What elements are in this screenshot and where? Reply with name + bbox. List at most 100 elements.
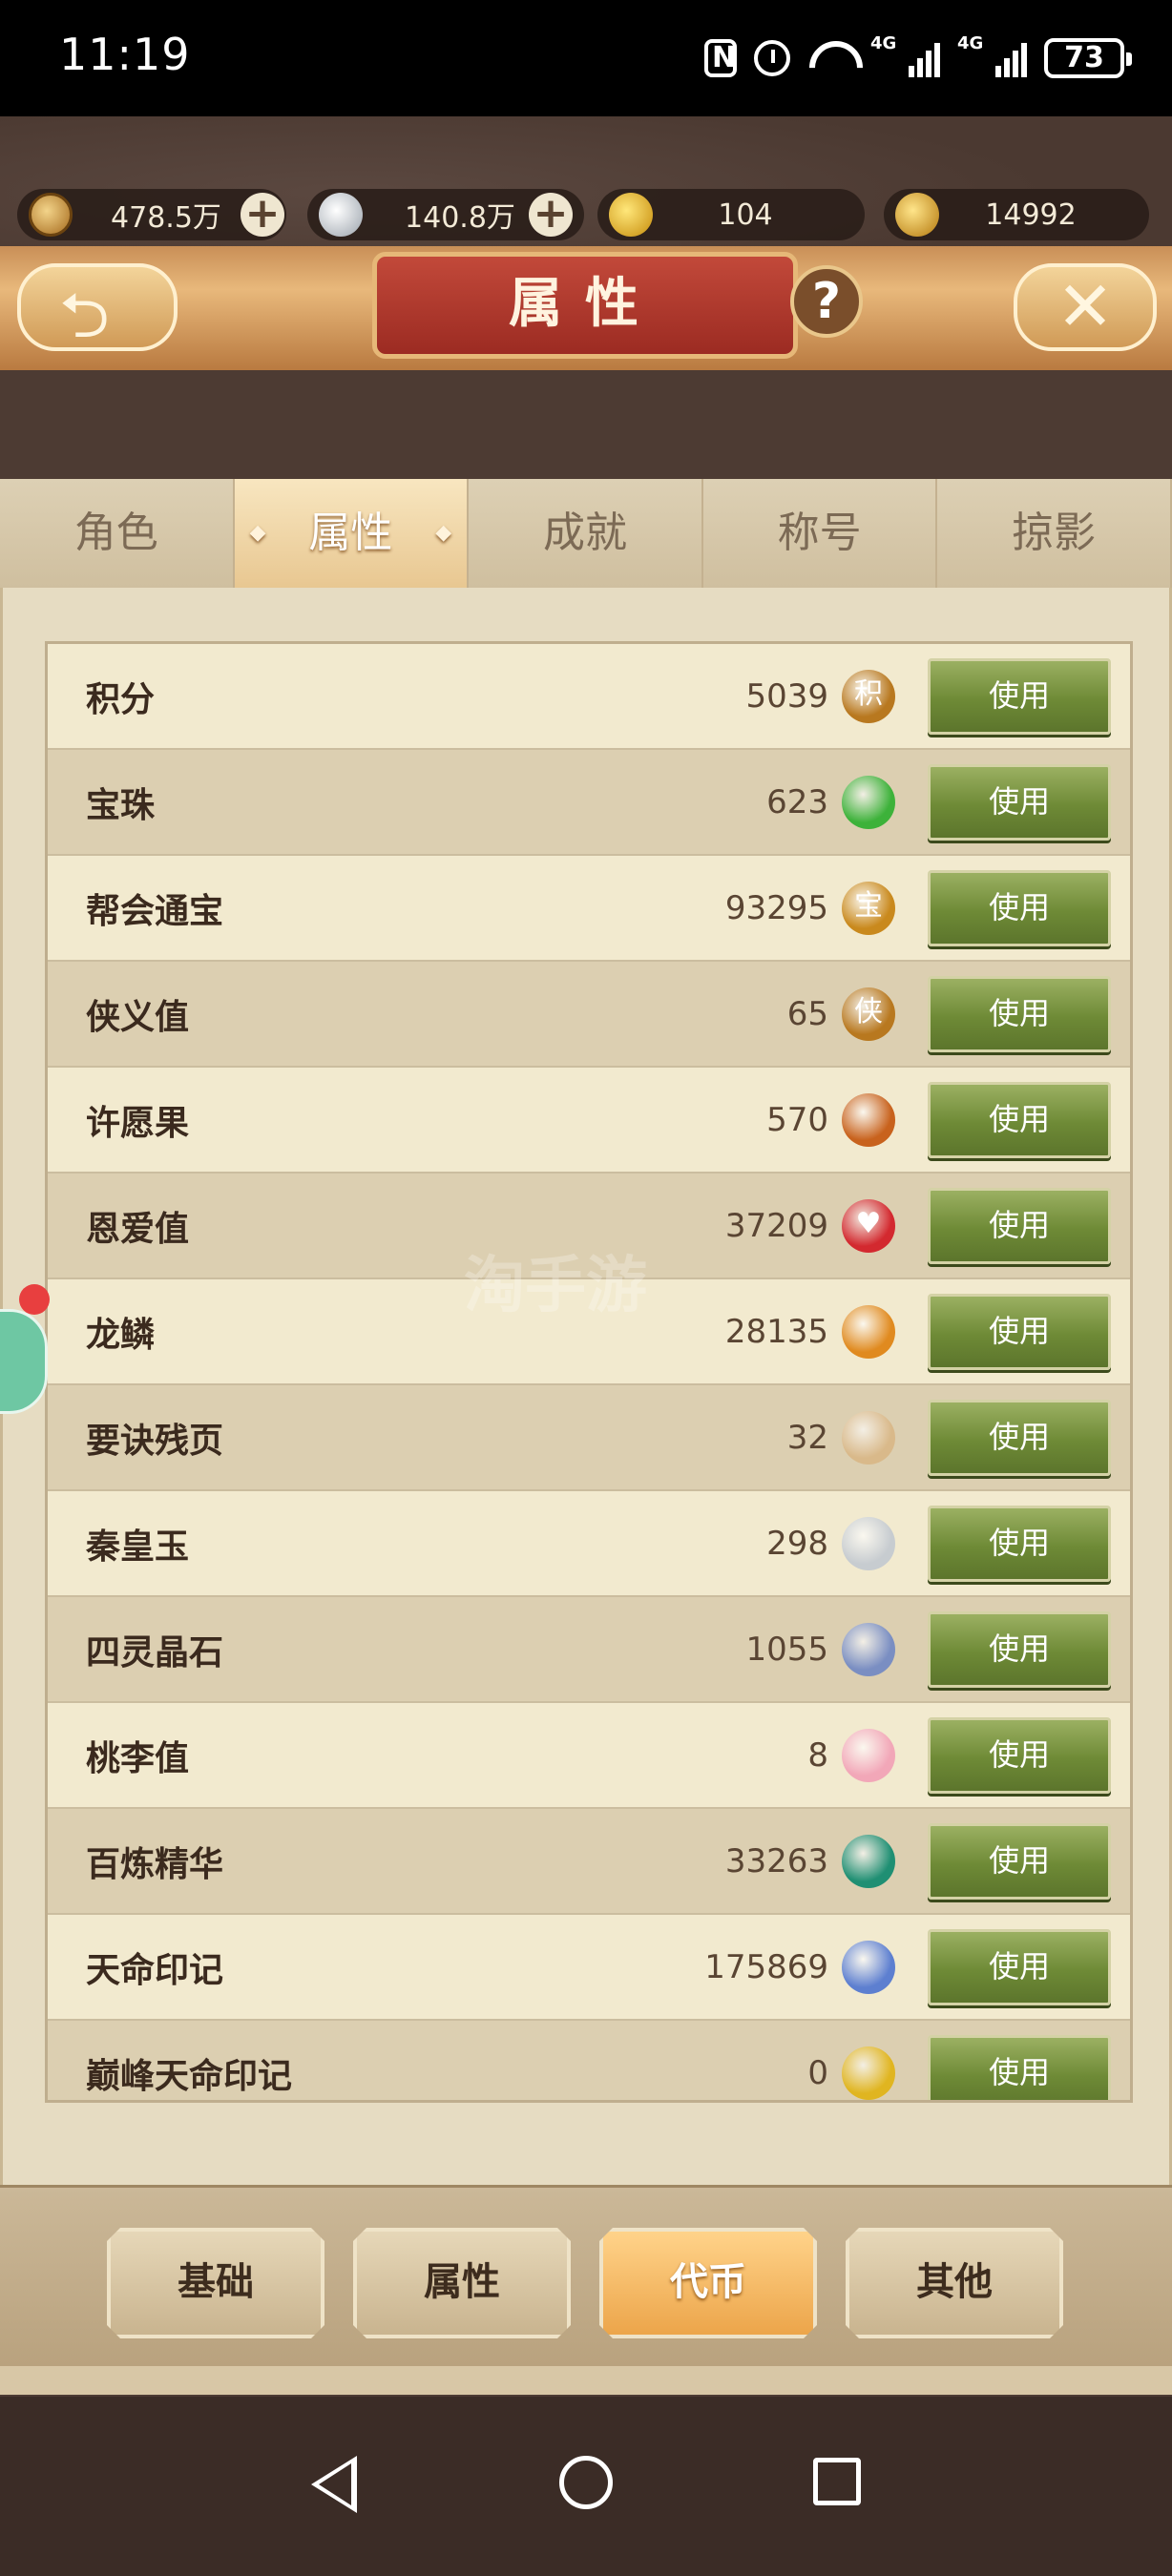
item-name: 秦皇玉: [86, 1527, 190, 1567]
list-item: 积分 5039 积 使用: [48, 644, 1130, 750]
scroll-page-icon: [842, 1410, 895, 1465]
item-value: 93295: [724, 888, 828, 927]
item-value: 37209: [724, 1206, 828, 1245]
item-value: 298: [766, 1524, 828, 1563]
page-title: 属性: [372, 252, 798, 359]
nav-recents-icon[interactable]: [813, 2458, 861, 2505]
tab-role[interactable]: 角色: [0, 479, 235, 588]
system-nav-bar: [0, 2397, 1172, 2576]
use-button[interactable]: 使用: [928, 657, 1111, 735]
list-item: 桃李值 8 使用: [48, 1703, 1130, 1809]
title-banner: 属性 ? ✕: [0, 246, 1172, 485]
item-name: 龙鳞: [86, 1315, 156, 1355]
list-item: 许愿果 570 使用: [48, 1068, 1130, 1174]
use-button[interactable]: 使用: [928, 1716, 1111, 1794]
currency-panel: 积分 5039 积 使用 宝珠 623 使用 帮会通宝 93295 宝 使用 侠…: [0, 588, 1172, 2191]
add-silver-button[interactable]: +: [529, 193, 573, 237]
item-name: 积分: [86, 679, 156, 719]
item-value: 5039: [745, 676, 828, 716]
category-bar: 基础 属性 代币 其他: [0, 2185, 1172, 2366]
item-value: 32: [786, 1418, 828, 1457]
use-button[interactable]: 使用: [928, 1187, 1111, 1264]
item-value: 33263: [724, 1841, 828, 1880]
use-button[interactable]: 使用: [928, 763, 1111, 841]
token-list[interactable]: 积分 5039 积 使用 宝珠 623 使用 帮会通宝 93295 宝 使用 侠…: [45, 641, 1133, 2103]
top-tabs: 角色 属性 成就 称号 掠影: [0, 479, 1172, 588]
nav-home-icon[interactable]: [559, 2456, 613, 2509]
use-button[interactable]: 使用: [928, 1822, 1111, 1900]
category-other-button[interactable]: 其他: [846, 2228, 1063, 2338]
item-name: 百炼精华: [86, 1844, 224, 1884]
use-button[interactable]: 使用: [928, 1081, 1111, 1158]
bottom-border: [0, 2366, 1172, 2395]
gold-value: 104: [718, 197, 773, 232]
destiny-mark-icon: [842, 1940, 895, 1994]
signal-label-1: 4G: [870, 33, 897, 53]
item-value: 8: [807, 1735, 828, 1775]
heart-icon: ♥: [842, 1198, 895, 1253]
item-name: 四灵晶石: [86, 1632, 224, 1672]
chivalry-icon: 侠: [842, 987, 895, 1041]
use-button[interactable]: 使用: [928, 1505, 1111, 1582]
use-button[interactable]: 使用: [928, 869, 1111, 946]
peak-destiny-mark-icon: [842, 2046, 895, 2100]
item-name: 宝珠: [86, 785, 156, 825]
points-icon: 积: [842, 669, 895, 723]
category-tokens-button[interactable]: 代币: [599, 2228, 817, 2338]
item-name: 许愿果: [86, 1103, 190, 1143]
crystal-icon: [842, 1622, 895, 1676]
item-value: 28135: [724, 1312, 828, 1351]
use-button[interactable]: 使用: [928, 1928, 1111, 2005]
signal-label-2: 4G: [957, 33, 984, 53]
signal-icon-1: 4G: [870, 33, 940, 77]
list-item: 四灵晶石 1055 使用: [48, 1597, 1130, 1703]
use-button[interactable]: 使用: [928, 975, 1111, 1052]
category-attributes-button[interactable]: 属性: [353, 2228, 571, 2338]
wifi-icon: [807, 39, 853, 77]
tab-titles[interactable]: 称号: [702, 479, 938, 588]
item-name: 巅峰天命印记: [86, 2056, 293, 2096]
green-orb-icon: [842, 775, 895, 829]
item-name: 侠义值: [86, 997, 190, 1037]
notification-dot: [19, 1284, 50, 1315]
item-value: 570: [766, 1100, 828, 1139]
back-button[interactable]: [17, 263, 178, 377]
watermark: 淘手游: [464, 1251, 647, 1321]
status-icons: 4G 4G 73: [704, 33, 1132, 82]
jade-icon: [842, 1516, 895, 1570]
currency-bar: 478.5万 + 140.8万 + 104 14992: [0, 189, 1172, 248]
use-button[interactable]: 使用: [928, 1399, 1111, 1476]
list-item: 百炼精华 33263 使用: [48, 1809, 1130, 1915]
bound-gold-currency: 14992: [884, 189, 1149, 240]
alarm-icon: [754, 40, 790, 76]
gold-currency: 104: [597, 189, 865, 240]
item-name: 恩爱值: [86, 1209, 190, 1249]
bound-gold-value: 14992: [985, 197, 1077, 232]
list-item: 侠义值 65 侠 使用: [48, 962, 1130, 1068]
list-item: 要诀残页 32 使用: [48, 1385, 1130, 1491]
help-button[interactable]: ?: [790, 265, 863, 338]
item-name: 桃李值: [86, 1738, 190, 1778]
guild-coin-icon: 宝: [842, 881, 895, 935]
item-name: 要诀残页: [86, 1421, 224, 1461]
tab-glimpse[interactable]: 掠影: [937, 479, 1172, 588]
item-name: 天命印记: [86, 1950, 224, 1990]
tab-attributes[interactable]: 属性: [234, 479, 470, 588]
emerald-icon: [842, 1834, 895, 1888]
wish-fruit-icon: [842, 1092, 895, 1147]
nav-back-icon[interactable]: [311, 2456, 357, 2513]
tab-achievements[interactable]: 成就: [469, 479, 703, 588]
item-value: 175869: [704, 1947, 828, 1986]
close-button[interactable]: ✕: [1014, 263, 1157, 351]
item-name: 帮会通宝: [86, 891, 224, 931]
add-copper-button[interactable]: +: [241, 193, 284, 237]
list-item: 天命印记 175869 使用: [48, 1915, 1130, 2021]
use-button[interactable]: 使用: [928, 1610, 1111, 1688]
dragon-scale-icon: [842, 1304, 895, 1359]
list-item: 巅峰天命印记 0 使用: [48, 2021, 1130, 2100]
category-basic-button[interactable]: 基础: [107, 2228, 324, 2338]
use-button[interactable]: 使用: [928, 2034, 1111, 2100]
list-item: 秦皇玉 298 使用: [48, 1491, 1130, 1597]
use-button[interactable]: 使用: [928, 1293, 1111, 1370]
nfc-icon: [704, 39, 737, 77]
